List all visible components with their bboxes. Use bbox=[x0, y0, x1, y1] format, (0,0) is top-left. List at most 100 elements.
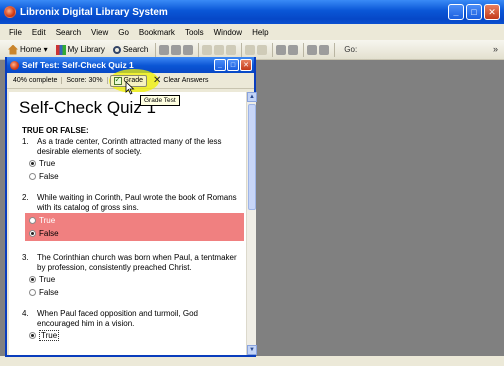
my-library-button[interactable]: My Library bbox=[52, 42, 109, 58]
question-1: 1. As a trade center, Corinth attracted … bbox=[22, 137, 242, 157]
self-test-close-button[interactable]: ✕ bbox=[240, 59, 252, 71]
clear-answers-button[interactable]: ✕ Clear Answers bbox=[153, 75, 209, 86]
toolbar-separator bbox=[198, 42, 200, 57]
radio-unselected[interactable] bbox=[29, 173, 36, 180]
toolbar-overflow-chevron-icon[interactable]: » bbox=[493, 44, 498, 54]
q2-option-false[interactable]: False bbox=[29, 227, 244, 240]
self-test-title: Self Test: Self-Check Quiz 1 bbox=[22, 60, 134, 70]
menu-bookmark[interactable]: Bookmark bbox=[134, 28, 180, 37]
score: Score: 30% bbox=[62, 77, 108, 84]
grade-tooltip: Grade Test bbox=[140, 95, 180, 106]
menu-help[interactable]: Help bbox=[247, 28, 273, 37]
scroll-down-icon[interactable]: ▼ bbox=[247, 345, 257, 355]
scroll-up-icon[interactable]: ▲ bbox=[247, 92, 257, 102]
q3-option-false[interactable]: False bbox=[29, 286, 246, 299]
menu-tools[interactable]: Tools bbox=[180, 28, 209, 37]
question-2: 2. While waiting in Corinth, Paul wrote … bbox=[22, 193, 242, 213]
app-title: Libronix Digital Library System bbox=[20, 6, 168, 18]
incorrect-answer-highlight: True False bbox=[25, 213, 244, 241]
mouse-pointer-icon bbox=[125, 81, 135, 95]
home-label: Home bbox=[20, 45, 42, 54]
option-label: True bbox=[39, 275, 56, 284]
clear-answers-label: Clear Answers bbox=[163, 77, 209, 84]
question-number: 4. bbox=[22, 309, 29, 318]
section-heading: TRUE OR FALSE: bbox=[22, 126, 89, 135]
question-3: 3. The Corinthian church was born when P… bbox=[22, 253, 242, 273]
redo-icon[interactable] bbox=[257, 44, 268, 55]
question-text: When Paul faced opposition and turmoil, … bbox=[37, 309, 198, 328]
toolbar-separator bbox=[155, 42, 157, 57]
toolbar-separator bbox=[303, 42, 305, 57]
radio-unselected[interactable] bbox=[29, 289, 36, 296]
search-label: Search bbox=[122, 45, 149, 54]
libronix-logo-icon bbox=[10, 60, 19, 70]
menu-window[interactable]: Window bbox=[209, 28, 247, 37]
menu-file[interactable]: File bbox=[4, 28, 27, 37]
vertical-scrollbar[interactable]: ▲ ▼ bbox=[246, 92, 257, 355]
copy-icon[interactable] bbox=[214, 44, 225, 55]
open-icon[interactable] bbox=[183, 44, 194, 55]
search-button[interactable]: Search bbox=[109, 42, 152, 58]
library-icon bbox=[55, 44, 66, 55]
self-test-maximize-button[interactable]: □ bbox=[227, 59, 239, 71]
wizard-icon[interactable] bbox=[276, 44, 287, 55]
chevron-down-icon: ▾ bbox=[41, 45, 48, 54]
quiz-title: Self-Check Quiz 1 bbox=[19, 98, 156, 117]
q1-option-false[interactable]: False bbox=[29, 170, 246, 183]
window-controls: _ □ ✕ bbox=[448, 4, 500, 20]
q1-option-true[interactable]: True bbox=[29, 157, 246, 170]
self-test-window-controls: _ □ ✕ bbox=[214, 59, 252, 71]
document-icon[interactable] bbox=[159, 44, 170, 55]
undo-icon[interactable] bbox=[245, 44, 256, 55]
lock-icon[interactable] bbox=[319, 44, 330, 55]
home-button[interactable]: Home ▾ bbox=[4, 42, 52, 58]
close-icon: ✕ bbox=[153, 75, 162, 86]
option-label: True bbox=[39, 216, 56, 225]
minimize-button[interactable]: _ bbox=[448, 4, 464, 20]
option-label: False bbox=[39, 172, 59, 181]
app-window: Libronix Digital Library System _ □ ✕ Fi… bbox=[0, 0, 504, 366]
quiz-content: Self-Check Quiz 1 TRUE OR FALSE: 1. As a… bbox=[9, 92, 246, 355]
q2-option-true[interactable]: True bbox=[29, 214, 244, 227]
question-number: 2. bbox=[22, 193, 29, 202]
radio-selected[interactable] bbox=[29, 160, 36, 167]
option-label: False bbox=[39, 288, 59, 297]
self-test-minimize-button[interactable]: _ bbox=[214, 59, 226, 71]
new-window-icon[interactable] bbox=[171, 44, 182, 55]
my-library-label: My Library bbox=[67, 45, 105, 54]
maximize-button[interactable]: □ bbox=[466, 4, 482, 20]
question-text: The Corinthian church was born when Paul… bbox=[37, 253, 237, 272]
libronix-logo-icon bbox=[4, 6, 16, 18]
question-text: As a trade center, Corinth attracted man… bbox=[37, 137, 222, 156]
radio-unselected[interactable] bbox=[29, 217, 36, 224]
home-icon bbox=[8, 44, 18, 55]
radio-selected[interactable] bbox=[29, 230, 36, 237]
menu-search[interactable]: Search bbox=[51, 28, 86, 37]
menu-go[interactable]: Go bbox=[113, 28, 134, 37]
status-bar bbox=[0, 356, 504, 366]
highlighter-icon[interactable] bbox=[288, 44, 299, 55]
close-button[interactable]: ✕ bbox=[484, 4, 500, 20]
menu-bar: File Edit Search View Go Bookmark Tools … bbox=[0, 24, 504, 40]
menu-edit[interactable]: Edit bbox=[27, 28, 51, 37]
option-label: True bbox=[39, 330, 60, 341]
radio-selected[interactable] bbox=[29, 332, 36, 339]
radio-selected[interactable] bbox=[29, 276, 36, 283]
paste-icon[interactable] bbox=[226, 44, 237, 55]
scroll-thumb[interactable] bbox=[248, 104, 256, 210]
option-label: False bbox=[39, 229, 59, 238]
menu-view[interactable]: View bbox=[86, 28, 113, 37]
go-label: Go: bbox=[344, 45, 358, 54]
question-4: 4. When Paul faced opposition and turmoi… bbox=[22, 309, 242, 329]
q4-option-true[interactable]: True bbox=[29, 329, 246, 342]
search-icon bbox=[112, 45, 121, 54]
toolbar-separator bbox=[334, 42, 336, 57]
self-test-window: Self Test: Self-Check Quiz 1 _ □ ✕ 40% c… bbox=[5, 57, 257, 357]
app-titlebar: Libronix Digital Library System _ □ ✕ bbox=[0, 0, 504, 24]
bookmark-icon[interactable] bbox=[307, 44, 318, 55]
q3-option-true[interactable]: True bbox=[29, 273, 246, 286]
cut-icon[interactable] bbox=[202, 44, 213, 55]
question-text: While waiting in Corinth, Paul wrote the… bbox=[37, 193, 237, 212]
toolbar-separator bbox=[272, 42, 274, 57]
toolbar-separator bbox=[241, 42, 243, 57]
